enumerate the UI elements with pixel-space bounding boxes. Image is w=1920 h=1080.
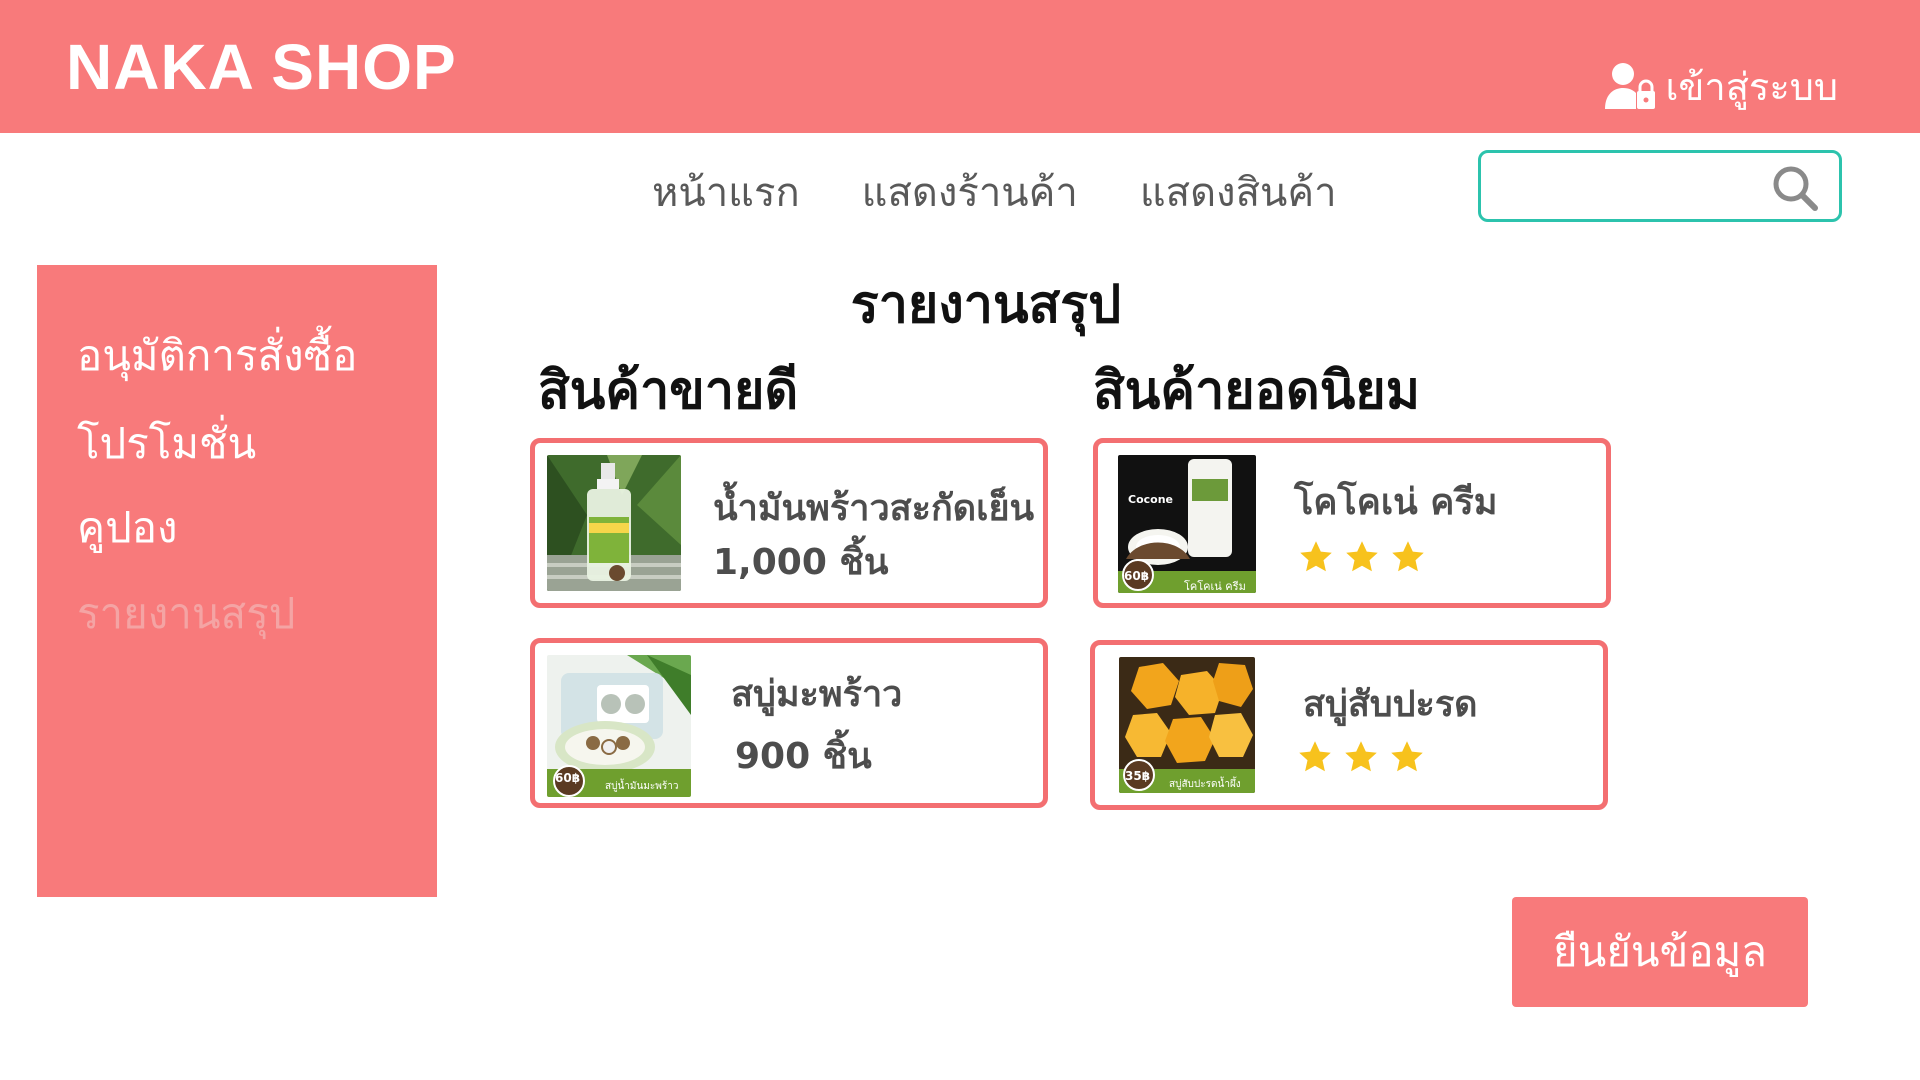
- sidebar-item-promotions[interactable]: โปรโมชั่น: [77, 411, 256, 477]
- star-icon: [1299, 741, 1331, 772]
- star-icon: [1391, 741, 1423, 772]
- product-name: โคโคเน่ ครีม: [1294, 482, 1498, 523]
- star-icon: [1346, 541, 1378, 572]
- nav-products[interactable]: แสดงสินค้า: [1140, 160, 1337, 224]
- search-input[interactable]: [1495, 165, 1765, 209]
- brand-logo[interactable]: NAKA SHOP: [66, 30, 457, 104]
- search-icon[interactable]: [1771, 164, 1819, 212]
- rating-stars: [1298, 539, 1426, 575]
- popular-card[interactable]: Cocone 60฿ โคโคเน่ ครีม โคโคเน่ ครีม: [1093, 438, 1611, 608]
- page-title-text: รายงานสรุป: [850, 275, 1122, 335]
- coconut-soap-box-icon: 60฿ สบู่น้ำมันมะพร้าว: [547, 655, 691, 797]
- rating-stars: [1297, 739, 1425, 775]
- page: NAKA SHOP เข้าสู่ระบบ หน้าแรก แสดงร้านค้…: [0, 0, 1920, 1080]
- product-name: น้ำมันพร้าวสะกัดเย็น: [713, 488, 1035, 529]
- star-icon: [1392, 541, 1424, 572]
- main-nav: หน้าแรก แสดงร้านค้า แสดงสินค้า: [652, 160, 1337, 224]
- brand-text: Cocone: [1128, 493, 1173, 506]
- price-badge: 60฿: [1124, 569, 1150, 583]
- product-quantity: 900 ชิ้น: [735, 736, 872, 777]
- user-lock-icon: [1605, 62, 1656, 109]
- image-caption: โคโคเน่ ครีม: [1184, 580, 1246, 593]
- login-link[interactable]: เข้าสู่ระบบ: [1603, 56, 1838, 117]
- pineapple-soap-bars-icon: 35฿ สบู่สับปะรดน้ำผึ้ง: [1119, 657, 1255, 793]
- sidebar-item-coupons[interactable]: คูปอง: [77, 495, 178, 561]
- best-selling-heading: สินค้าขายดี: [538, 361, 799, 421]
- sidebar: อนุมัติการสั่งซื้อ โปรโมชั่น คูปอง รายงา…: [37, 265, 437, 897]
- image-caption: สบู่น้ำมันมะพร้าว: [605, 781, 679, 792]
- coconut-cream-tube-icon: Cocone 60฿ โคโคเน่ ครีม: [1118, 455, 1256, 593]
- best-selling-card[interactable]: 60฿ สบู่น้ำมันมะพร้าว สบู่มะพร้าว 900 ชิ…: [530, 638, 1048, 808]
- nav-home[interactable]: หน้าแรก: [652, 160, 800, 224]
- login-label: เข้าสู่ระบบ: [1665, 65, 1838, 109]
- star-icon: [1300, 541, 1332, 572]
- popular-heading: สินค้ายอดนิยม: [1093, 361, 1421, 421]
- nav-shops[interactable]: แสดงร้านค้า: [862, 160, 1078, 224]
- star-icon: [1345, 741, 1377, 772]
- search-box: [1478, 150, 1842, 222]
- sidebar-item-summary-report[interactable]: รายงานสรุป: [77, 581, 295, 647]
- best-selling-card[interactable]: น้ำมันพร้าวสะกัดเย็น 1,000 ชิ้น: [530, 438, 1048, 608]
- product-quantity: 1,000 ชิ้น: [713, 542, 889, 583]
- price-badge: 35฿: [1125, 769, 1151, 783]
- popular-card[interactable]: 35฿ สบู่สับปะรดน้ำผึ้ง สบู่สับปะรด: [1090, 640, 1608, 810]
- product-name: สบู่สับปะรด: [1303, 684, 1478, 725]
- top-header: NAKA SHOP เข้าสู่ระบบ: [0, 0, 1920, 133]
- page-title: รายงานสรุป: [0, 262, 1920, 345]
- image-caption: สบู่สับปะรดน้ำผึ้ง: [1169, 779, 1241, 790]
- coconut-oil-spray-bottle-icon: [547, 455, 681, 591]
- confirm-button[interactable]: ยืนยันข้อมูล: [1512, 897, 1808, 1007]
- product-name: สบู่มะพร้าว: [731, 674, 903, 715]
- price-badge: 60฿: [555, 771, 581, 785]
